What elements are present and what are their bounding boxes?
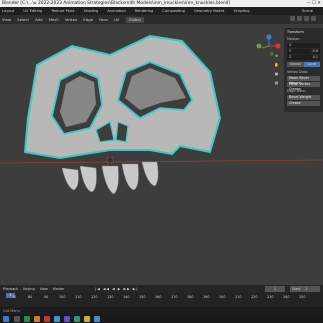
app-icon[interactable]	[84, 316, 90, 322]
tab-shading[interactable]: Shading	[84, 9, 99, 13]
perspective-icon[interactable]: ▦	[273, 79, 280, 86]
app-icon[interactable]	[44, 316, 50, 322]
n-sidebar-panel: Transform Median: X Y -0.6 Z 0.1 Global Lo…	[284, 28, 323, 112]
timeline-track[interactable]: 1 70 80 90 100 110 120 130 140 150 160 1…	[0, 293, 323, 307]
mean-bevel-weight-field[interactable]: Mean Bevel Weight	[287, 76, 320, 85]
app-icon[interactable]	[54, 316, 60, 322]
menu-select[interactable]: Select	[17, 17, 29, 22]
local-button[interactable]: Local	[303, 62, 320, 67]
app-icon[interactable]	[94, 316, 100, 322]
menu-timeline-view[interactable]: View	[40, 287, 48, 291]
global-button[interactable]: Global	[287, 62, 304, 67]
tab-uv-editing[interactable]: UV Editing	[23, 9, 42, 13]
timeline-header: Playback Keying View Marker |◀ ◀◀ ◀ ▶ ▶▶…	[0, 285, 323, 293]
app-icon[interactable]	[64, 316, 70, 322]
menu-keying[interactable]: Keying	[23, 287, 34, 291]
vertex-data-label: Vertex Data:	[287, 70, 309, 74]
median-y-field[interactable]: Y -0.6	[287, 49, 320, 54]
median-z-field[interactable]: Z 0.1	[287, 55, 320, 60]
playback-controls[interactable]: |◀ ◀◀ ◀ ▶ ▶▶ ▶|	[95, 285, 139, 293]
menu-add[interactable]: Add	[35, 17, 42, 22]
menu-mesh[interactable]: Mesh	[49, 17, 59, 22]
overlays-icon[interactable]	[290, 16, 295, 21]
z-axis-icon	[266, 34, 272, 40]
median-label: Median:	[287, 37, 301, 41]
crease-field[interactable]: Crease	[287, 101, 320, 106]
tab-texture-paint[interactable]: Texture Paint	[51, 9, 74, 13]
shading-material-icon[interactable]	[311, 16, 316, 21]
start-frame-field[interactable]: Start 1	[290, 286, 320, 292]
bevel-weight-field[interactable]: Bevel Weight	[287, 95, 320, 100]
orientation-dropdown[interactable]: Global	[125, 17, 144, 23]
status-bar: Call Menu	[0, 307, 323, 315]
panel-header[interactable]: Transform	[284, 28, 323, 36]
status-text: Call Menu	[3, 309, 20, 313]
pan-hand-icon[interactable]: ✋	[273, 61, 280, 68]
viewport-header: View Select Add Mesh Vertex Edge Face UV…	[0, 15, 323, 24]
menu-marker[interactable]: Marker	[53, 287, 65, 291]
mean-vertex-crease-field[interactable]: Mean Vertex Crease	[287, 82, 320, 91]
os-taskbar	[0, 315, 323, 323]
xray-icon[interactable]	[297, 16, 302, 21]
tab-layout[interactable]: Layout	[2, 9, 14, 13]
tab-scripting[interactable]: Scripting	[234, 9, 250, 13]
app-icon[interactable]	[24, 316, 30, 322]
shading-solid-icon[interactable]	[304, 16, 309, 21]
menu-vertex[interactable]: Vertex	[65, 17, 77, 22]
tab-compositing[interactable]: Compositing	[162, 9, 185, 13]
x-axis-icon	[275, 43, 281, 49]
menu-playback[interactable]: Playback	[3, 287, 18, 291]
header-right-icons	[288, 15, 316, 24]
edge-data-label: Edge Data:	[287, 89, 306, 93]
menu-view[interactable]: View	[2, 17, 11, 22]
menu-uv[interactable]: UV	[114, 17, 119, 22]
median-x-field[interactable]: X	[287, 43, 320, 48]
y-axis-icon	[256, 43, 262, 49]
current-frame-field[interactable]: 1	[265, 286, 285, 292]
space-toggle: Global Local	[287, 62, 320, 67]
menu-face[interactable]: Face	[99, 17, 108, 22]
tab-animation[interactable]: Animation	[107, 9, 125, 13]
window-title: Blender [C:\...\u 2022-2023 Animation St…	[2, 1, 231, 6]
zoom-icon[interactable]: ⊕	[273, 52, 280, 59]
tab-rendering[interactable]: Rendering	[135, 9, 153, 13]
search-icon[interactable]	[14, 316, 20, 322]
app-icon[interactable]	[74, 316, 80, 322]
scene-selector[interactable]: Scene	[302, 7, 313, 15]
window-title-bar: Blender [C:\...\u 2022-2023 Animation St…	[0, 0, 323, 7]
start-icon[interactable]	[3, 316, 9, 322]
tab-geometry-nodes[interactable]: Geometry Nodes	[194, 9, 224, 13]
camera-view-icon[interactable]: ▣	[273, 70, 280, 77]
blender-icon[interactable]	[34, 316, 40, 322]
window-controls[interactable]: — ☐ ✕	[306, 0, 321, 7]
workspace-tabs: Layout UV Editing Texture Paint Shading …	[0, 7, 323, 15]
menu-edge[interactable]: Edge	[83, 17, 93, 22]
